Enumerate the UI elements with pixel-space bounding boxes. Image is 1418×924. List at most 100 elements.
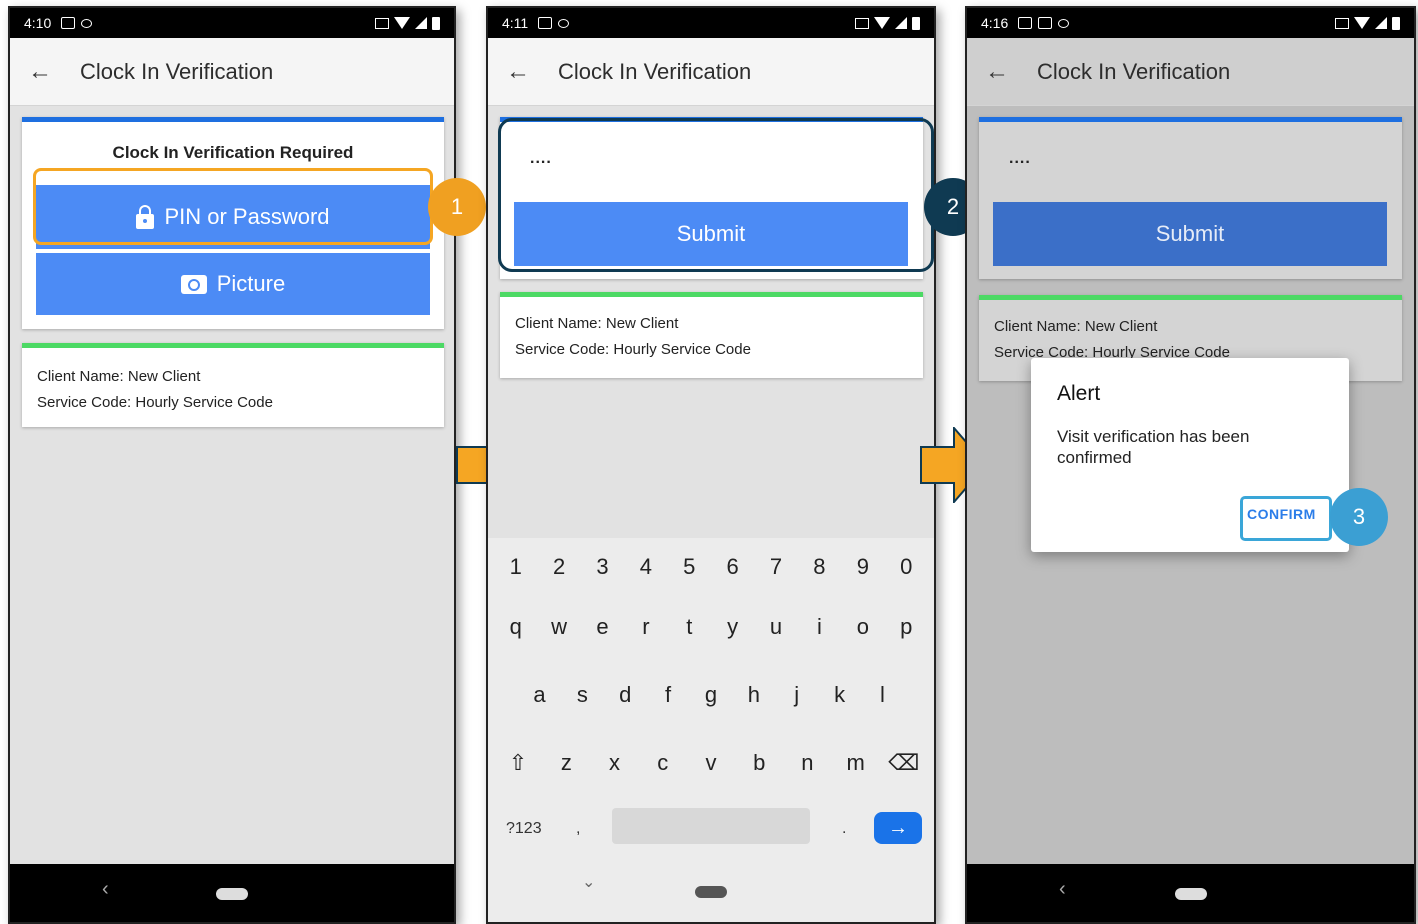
chat-icon — [1018, 17, 1033, 29]
key-d[interactable]: d — [606, 682, 644, 708]
cast-icon — [855, 17, 869, 29]
step-2-highlight — [498, 118, 934, 272]
key-r[interactable]: r — [627, 614, 665, 640]
key-w[interactable]: w — [540, 614, 578, 640]
android-nav-bar: ‹ — [967, 864, 1414, 922]
space-key[interactable] — [612, 808, 810, 844]
key-u[interactable]: u — [757, 614, 795, 640]
backspace-key-icon[interactable]: ⌫ — [885, 750, 923, 776]
status-bar: 4:10 — [10, 8, 454, 38]
key-9[interactable]: 9 — [844, 554, 882, 580]
key-i[interactable]: i — [800, 614, 838, 640]
broadcast-icon — [1058, 18, 1070, 28]
client-name: Client Name: New Client — [37, 368, 201, 385]
wifi-icon — [1354, 17, 1370, 29]
symbols-key[interactable]: ?123 — [506, 820, 542, 838]
keyboard-row-z: ⇧ z x c v b n m ⌫ — [488, 750, 934, 776]
nav-home-icon[interactable] — [216, 888, 248, 900]
key-7[interactable]: 7 — [757, 554, 795, 580]
key-j[interactable]: j — [778, 682, 816, 708]
back-arrow-icon[interactable]: ← — [488, 58, 548, 86]
client-name: Client Name: New Client — [515, 315, 679, 332]
key-1[interactable]: 1 — [497, 554, 535, 580]
key-3[interactable]: 3 — [583, 554, 621, 580]
key-c[interactable]: c — [644, 750, 682, 776]
step-3-highlight — [1240, 496, 1332, 541]
submit-button[interactable]: Submit — [993, 202, 1387, 266]
battery-icon — [432, 16, 440, 30]
broadcast-icon — [81, 18, 93, 28]
enter-arrow-icon[interactable]: → — [874, 812, 922, 844]
key-f[interactable]: f — [649, 682, 687, 708]
gmail-icon — [538, 17, 553, 29]
card-title: Clock In Verification Required — [112, 143, 354, 162]
cast-icon — [375, 17, 389, 29]
broadcast-icon — [558, 18, 570, 28]
key-q[interactable]: q — [497, 614, 535, 640]
app-bar: ← Clock In Verification — [967, 38, 1414, 106]
key-m[interactable]: m — [837, 750, 875, 776]
key-e[interactable]: e — [583, 614, 621, 640]
back-arrow-icon[interactable]: ← — [967, 58, 1027, 86]
keyboard-row-q: q w e r t y u i o p — [488, 614, 934, 640]
key-v[interactable]: v — [692, 750, 730, 776]
client-info-card: Client Name: New Client Service Code: Ho… — [500, 292, 923, 378]
status-time: 4:11 — [502, 15, 529, 31]
key-x[interactable]: x — [596, 750, 634, 776]
gmail-icon — [61, 17, 76, 29]
app-bar: ← Clock In Verification — [10, 38, 454, 106]
page-title: Clock In Verification — [558, 58, 752, 84]
back-arrow-icon[interactable]: ← — [10, 58, 70, 86]
key-b[interactable]: b — [740, 750, 778, 776]
key-4[interactable]: 4 — [627, 554, 665, 580]
app-bar: ← Clock In Verification — [488, 38, 934, 106]
key-n[interactable]: n — [788, 750, 826, 776]
battery-icon — [912, 16, 920, 30]
soft-keyboard: 1 2 3 4 5 6 7 8 9 0 q w e r t y u i o p … — [488, 538, 934, 922]
keyboard-number-row: 1 2 3 4 5 6 7 8 9 0 — [488, 554, 934, 580]
key-0[interactable]: 0 — [887, 554, 925, 580]
key-h[interactable]: h — [735, 682, 773, 708]
key-o[interactable]: o — [844, 614, 882, 640]
pin-input[interactable]: .... — [1009, 150, 1031, 168]
key-2[interactable]: 2 — [540, 554, 578, 580]
key-s[interactable]: s — [563, 682, 601, 708]
signal-icon — [415, 17, 427, 29]
client-name: Client Name: New Client — [994, 318, 1158, 335]
key-6[interactable]: 6 — [714, 554, 752, 580]
key-5[interactable]: 5 — [670, 554, 708, 580]
signal-icon — [895, 17, 907, 29]
step-badge-1: 1 — [428, 178, 486, 236]
key-l[interactable]: l — [863, 682, 901, 708]
key-y[interactable]: y — [714, 614, 752, 640]
wifi-icon — [874, 17, 890, 29]
picture-button[interactable]: Picture — [36, 253, 430, 315]
camera-icon — [180, 274, 207, 294]
shift-key-icon[interactable]: ⇧ — [499, 750, 537, 776]
client-info-card: Client Name: New Client Service Code: Ho… — [22, 343, 444, 427]
signal-icon — [1375, 17, 1387, 29]
nav-home-icon[interactable] — [695, 886, 727, 898]
keyboard-row-a: a s d f g h j k l — [488, 682, 934, 708]
comma-key[interactable]: , — [576, 820, 580, 838]
key-z[interactable]: z — [547, 750, 585, 776]
keyboard-bottom-row: ?123 , . → — [488, 808, 934, 848]
phone-screen-1: 4:10 ← Clock In Verification Clock In Ve… — [8, 6, 456, 924]
picture-button-label: Picture — [216, 271, 286, 296]
nav-back-icon[interactable]: ‹ — [1059, 878, 1066, 901]
phone-screen-3: 4:16 ← Clock In Verification .... Submit… — [965, 6, 1416, 924]
step-badge-3: 3 — [1330, 488, 1388, 546]
nav-back-icon[interactable]: ‹ — [102, 878, 109, 901]
hide-keyboard-icon[interactable]: ⌄ — [582, 872, 595, 892]
nav-home-icon[interactable] — [1174, 888, 1207, 900]
alert-message: Visit verification has been confirmed — [1057, 427, 1250, 467]
key-k[interactable]: k — [821, 682, 859, 708]
cast-icon — [1335, 17, 1349, 29]
status-bar: 4:11 — [488, 8, 934, 38]
key-a[interactable]: a — [520, 682, 558, 708]
period-key[interactable]: . — [842, 820, 846, 838]
key-p[interactable]: p — [887, 614, 925, 640]
key-g[interactable]: g — [692, 682, 730, 708]
key-t[interactable]: t — [670, 614, 708, 640]
key-8[interactable]: 8 — [800, 554, 838, 580]
